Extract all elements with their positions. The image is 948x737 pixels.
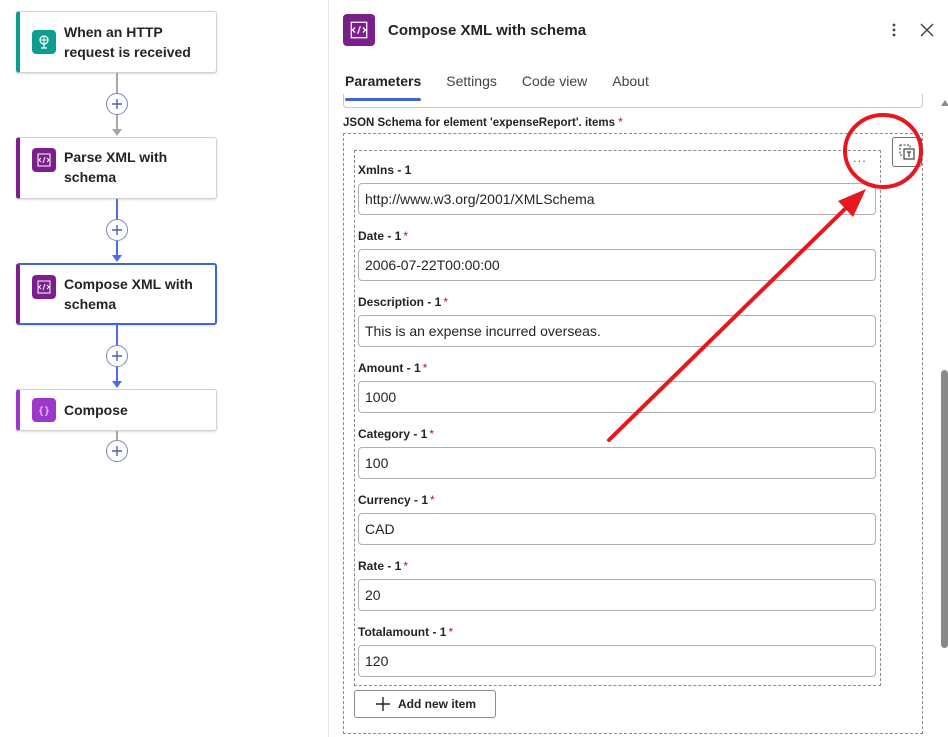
required-marker: * bbox=[422, 361, 428, 375]
field-label-date: Date - 1 * bbox=[358, 229, 408, 243]
field-label-rate: Rate - 1 * bbox=[358, 559, 408, 573]
step-card-compose-xml[interactable]: Compose XML with schema bbox=[16, 263, 217, 325]
plus-icon bbox=[112, 99, 122, 109]
panel-header: Compose XML with schema bbox=[343, 14, 586, 46]
category-input[interactable]: 100 bbox=[358, 447, 876, 479]
required-marker: * bbox=[448, 625, 454, 639]
field-label-text: Rate - 1 bbox=[358, 559, 402, 573]
add-step-button[interactable] bbox=[106, 219, 128, 241]
scroll-up-arrow-icon[interactable] bbox=[941, 100, 948, 106]
plus-icon bbox=[112, 225, 122, 235]
required-marker: * bbox=[403, 229, 409, 243]
field-label-xmlns: Xmlns - 1 bbox=[358, 163, 411, 177]
plus-icon bbox=[376, 697, 390, 711]
field-label-amount: Amount - 1 * bbox=[358, 361, 427, 375]
connector-line bbox=[116, 73, 118, 95]
required-marker: * bbox=[443, 295, 449, 309]
field-label-text: Xmlns - 1 bbox=[358, 163, 412, 177]
step-card-compose[interactable]: {} Compose bbox=[16, 389, 217, 431]
connector-arrow bbox=[112, 381, 122, 388]
switch-to-array-input-button[interactable] bbox=[892, 137, 922, 167]
required-marker: * bbox=[429, 427, 435, 441]
connector-line bbox=[116, 367, 118, 382]
step-label: Parse XML with schema bbox=[64, 149, 168, 185]
required-marker: * bbox=[403, 559, 409, 573]
connector-line bbox=[116, 241, 118, 256]
plus-icon bbox=[112, 446, 122, 456]
compose-icon: {} bbox=[32, 398, 56, 422]
currency-input[interactable]: CAD bbox=[358, 513, 876, 545]
field-label-currency: Currency - 1 * bbox=[358, 493, 435, 507]
connector-line bbox=[116, 431, 118, 440]
xmlns-input[interactable]: http://www.w3.org/2001/XMLSchema bbox=[358, 183, 876, 215]
required-marker: * bbox=[618, 117, 623, 129]
add-step-button[interactable] bbox=[106, 345, 128, 367]
field-label-totalamount: Totalamount - 1 * bbox=[358, 625, 453, 639]
field-label-text: Currency - 1 bbox=[358, 493, 429, 507]
add-new-item-button[interactable]: Add new item bbox=[354, 690, 496, 718]
more-vertical-icon bbox=[892, 23, 896, 37]
schema-field-label: JSON Schema for element 'expenseReport'.… bbox=[343, 117, 623, 129]
xml-icon bbox=[343, 14, 375, 46]
field-label-description: Description - 1 * bbox=[358, 295, 448, 309]
close-icon bbox=[920, 23, 934, 37]
more-options-button[interactable] bbox=[886, 20, 902, 40]
rate-input[interactable]: 20 bbox=[358, 579, 876, 611]
workflow-canvas: When an HTTP request is received Parse X… bbox=[0, 0, 328, 737]
step-label: Compose bbox=[64, 402, 128, 418]
item-more-options[interactable]: ... bbox=[853, 150, 867, 165]
panel-title: Compose XML with schema bbox=[388, 21, 587, 39]
xml-icon bbox=[32, 148, 56, 172]
step-label: When an HTTP request is received bbox=[64, 24, 191, 60]
add-new-item-label: Add new item bbox=[398, 697, 477, 711]
scrollbar-thumb[interactable] bbox=[941, 370, 948, 648]
connector-arrow bbox=[112, 255, 122, 262]
action-details-panel: Compose XML with schema Parameters Setti… bbox=[329, 0, 948, 737]
svg-text:{}: {} bbox=[38, 406, 50, 417]
step-card-parse-xml[interactable]: Parse XML with schema bbox=[16, 137, 217, 199]
schema-field-label-text: JSON Schema for element 'expenseReport'.… bbox=[343, 117, 615, 129]
http-request-icon bbox=[32, 30, 56, 54]
xml-icon bbox=[32, 275, 56, 299]
plus-icon bbox=[112, 351, 122, 361]
required-marker: * bbox=[430, 493, 435, 507]
field-label-text: Date - 1 bbox=[358, 229, 402, 243]
description-input[interactable]: This is an expense incurred overseas. bbox=[358, 315, 876, 347]
totalamount-input[interactable]: 120 bbox=[358, 645, 876, 677]
step-label: Compose XML with schema bbox=[64, 276, 193, 312]
add-step-button[interactable] bbox=[106, 93, 128, 115]
field-label-text: Totalamount - 1 bbox=[358, 625, 447, 639]
close-panel-button[interactable] bbox=[917, 20, 937, 40]
field-label-text: Amount - 1 bbox=[358, 361, 421, 375]
connector-line bbox=[116, 115, 118, 130]
connector-line bbox=[116, 199, 118, 221]
add-step-button[interactable] bbox=[106, 440, 128, 462]
amount-input[interactable]: 1000 bbox=[358, 381, 876, 413]
connector-line bbox=[116, 325, 118, 347]
field-label-text: Category - 1 bbox=[358, 427, 428, 441]
array-mode-icon bbox=[899, 144, 915, 160]
previous-field-edge bbox=[343, 94, 923, 108]
field-label-text: Description - 1 bbox=[358, 295, 442, 309]
field-label-category: Category - 1 * bbox=[358, 427, 434, 441]
date-input[interactable]: 2006-07-22T00:00:00 bbox=[358, 249, 876, 281]
step-card-http-trigger[interactable]: When an HTTP request is received bbox=[16, 11, 217, 73]
connector-arrow bbox=[112, 129, 122, 136]
